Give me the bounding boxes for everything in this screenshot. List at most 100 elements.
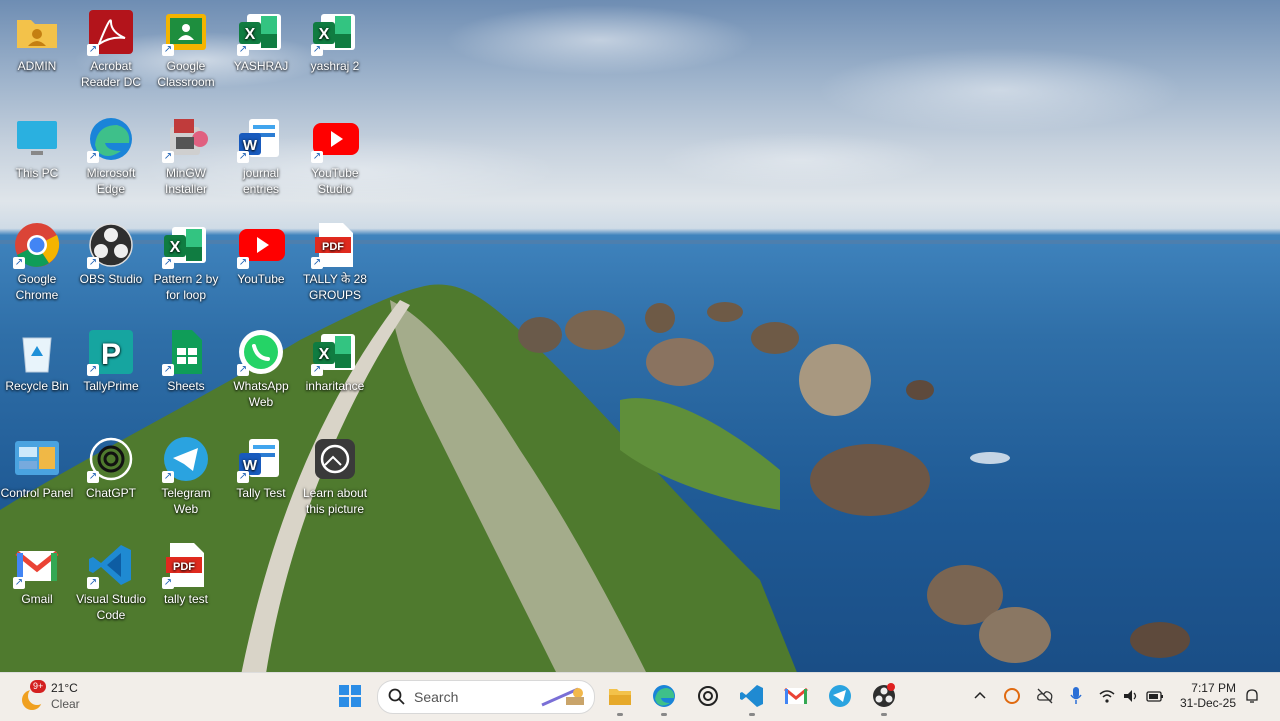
excel-icon: X ↗ xyxy=(311,8,359,56)
desktop-icon-label: tally test xyxy=(163,592,208,606)
classroom-icon: ↗ xyxy=(162,8,210,56)
desktop-icon-label: yashraj 2 xyxy=(310,59,360,73)
desktop-icon-yashraj[interactable]: X ↗ YASHRAJ xyxy=(224,4,298,74)
shortcut-arrow-icon: ↗ xyxy=(87,364,99,376)
weather-widget[interactable]: 9+ 21°C Clear xyxy=(18,680,158,712)
desktop-icon-admin[interactable]: ADMIN xyxy=(0,4,74,74)
desktop-icon-pattern-2-by-for-loop[interactable]: X ↗ Pattern 2 by for loop xyxy=(149,217,223,303)
svg-text:X: X xyxy=(319,346,330,363)
taskbar-vscode-icon[interactable] xyxy=(739,683,765,716)
desktop-icon-telegram-web[interactable]: ↗ Telegram Web xyxy=(149,431,223,517)
desktop-icon-label: This PC xyxy=(15,166,59,180)
telegram-icon: ↗ xyxy=(162,435,210,483)
desktop-icon-sheets[interactable]: ↗ Sheets xyxy=(149,324,223,394)
desktop-icon-label: Visual Studio Code xyxy=(76,592,146,622)
obs-icon: ↗ xyxy=(87,221,135,269)
taskbar-edge-icon[interactable] xyxy=(651,683,677,716)
desktop-icon-visual-studio-code[interactable]: ↗ Visual Studio Code xyxy=(74,537,148,623)
desktop-icon-label: Acrobat Reader DC xyxy=(80,59,142,89)
desktop-icon-label: OBS Studio xyxy=(79,272,143,286)
taskbar-obs-icon[interactable] xyxy=(871,683,897,716)
desktop-icon-chatgpt[interactable]: ↗ ChatGPT xyxy=(74,431,148,501)
running-indicator xyxy=(661,713,667,716)
pdf-icon: PDF ↗ xyxy=(162,541,210,589)
edge-icon: ↗ xyxy=(87,115,135,163)
weather-temp: 21°C xyxy=(51,681,78,695)
mingw-icon: ↗ xyxy=(162,115,210,163)
sync-icon[interactable] xyxy=(1003,687,1021,705)
microphone-icon[interactable] xyxy=(1069,686,1083,706)
pdf-icon: PDF ↗ xyxy=(311,221,359,269)
folder-user-icon xyxy=(13,8,61,56)
excel-icon: X ↗ xyxy=(311,328,359,376)
monitor-icon xyxy=(13,115,61,163)
taskbar-search-box[interactable]: Search xyxy=(377,680,595,714)
desktop-icon-whatsapp-web[interactable]: ↗ WhatsApp Web xyxy=(224,324,298,410)
control-panel-icon xyxy=(13,435,61,483)
windows-start-icon[interactable] xyxy=(338,684,362,708)
desktop-icon-google-chrome[interactable]: ↗ Google Chrome xyxy=(0,217,74,303)
word-icon: W ↗ xyxy=(237,115,285,163)
desktop-icon-label: TALLY के 28 GROUPS xyxy=(303,272,367,302)
shortcut-arrow-icon: ↗ xyxy=(237,364,249,376)
chevron-up-icon[interactable] xyxy=(973,688,987,702)
desktop-icon-obs-studio[interactable]: ↗ OBS Studio xyxy=(74,217,148,287)
running-indicator xyxy=(881,713,887,716)
desktop-icon-control-panel[interactable]: Control Panel xyxy=(0,431,74,501)
excel-icon: X ↗ xyxy=(237,8,285,56)
chrome-icon: ↗ xyxy=(13,221,61,269)
desktop-icon-microsoft-edge[interactable]: ↗ Microsoft Edge xyxy=(74,111,148,197)
shortcut-arrow-icon: ↗ xyxy=(13,577,25,589)
notification-bell-icon[interactable] xyxy=(1244,688,1260,704)
shortcut-arrow-icon: ↗ xyxy=(311,151,323,163)
running-indicator xyxy=(617,713,623,716)
recycle-bin-icon xyxy=(13,328,61,376)
desktop-icon-label: MinGW Installer xyxy=(164,166,208,196)
desktop-icon-tally-test[interactable]: W ↗ Tally Test xyxy=(224,431,298,501)
desktop-icon-tallyprime[interactable]: P ↗ TallyPrime xyxy=(74,324,148,394)
desktop-icon-youtube-studio[interactable]: ↗ YouTube Studio xyxy=(298,111,372,197)
search-highlight-icon xyxy=(541,687,584,707)
desktop-icon-label: Learn about this picture xyxy=(302,486,368,516)
desktop-icon-youtube[interactable]: ↗ YouTube xyxy=(224,217,298,287)
desktop-icon-label: Gmail xyxy=(21,592,53,606)
wifi-icon xyxy=(1099,690,1115,703)
shortcut-arrow-icon: ↗ xyxy=(162,257,174,269)
desktop-icon-gmail[interactable]: ↗ Gmail xyxy=(0,537,74,607)
desktop-icon-this-pc[interactable]: This PC xyxy=(0,111,74,181)
youtube-icon: ↗ xyxy=(237,221,285,269)
taskbar-chatgpt-icon[interactable] xyxy=(695,683,721,709)
taskbar-gmail-icon[interactable] xyxy=(783,683,809,709)
desktop-icon-label: ChatGPT xyxy=(85,486,136,500)
desktop-icon-inharitance[interactable]: X ↗ inharitance xyxy=(298,324,372,394)
desktop-icon-label: YASHRAJ xyxy=(233,59,289,73)
desktop-icon-label: Pattern 2 by for loop xyxy=(153,272,219,302)
desktop-icon-label: TallyPrime xyxy=(83,379,139,393)
taskbar xyxy=(0,672,1280,721)
tallyprime-icon: P ↗ xyxy=(87,328,135,376)
svg-text:X: X xyxy=(170,239,181,256)
acrobat-icon: ↗ xyxy=(87,8,135,56)
desktop-icon-google-classroom[interactable]: ↗ Google Classroom xyxy=(149,4,223,90)
clock-time: 7:17 PM xyxy=(1191,681,1236,695)
desktop-icon-mingw-installer[interactable]: ↗ MinGW Installer xyxy=(149,111,223,197)
desktop-icon-recycle-bin[interactable]: Recycle Bin xyxy=(0,324,74,394)
cloud-off-icon[interactable] xyxy=(1036,687,1054,705)
taskbar-clock[interactable]: 7:17 PM 31-Dec-25 xyxy=(1170,681,1236,710)
desktop-icon-tally-test[interactable]: PDF ↗ tally test xyxy=(149,537,223,607)
desktop-icon-yashraj-2[interactable]: X ↗ yashraj 2 xyxy=(298,4,372,74)
taskbar-file-explorer-icon[interactable] xyxy=(607,683,633,716)
shortcut-arrow-icon: ↗ xyxy=(13,257,25,269)
shortcut-arrow-icon: ↗ xyxy=(237,151,249,163)
desktop-icon-journal-entries[interactable]: W ↗ journal entries xyxy=(224,111,298,197)
desktop-icon-acrobat-reader-dc[interactable]: ↗ Acrobat Reader DC xyxy=(74,4,148,90)
shortcut-arrow-icon: ↗ xyxy=(237,471,249,483)
shortcut-arrow-icon: ↗ xyxy=(162,151,174,163)
taskbar-telegram-icon[interactable] xyxy=(827,683,853,709)
sheets-icon: ↗ xyxy=(162,328,210,376)
shortcut-arrow-icon: ↗ xyxy=(87,471,99,483)
quick-settings-button[interactable] xyxy=(1098,687,1164,705)
desktop-icon-learn-about-this-picture[interactable]: Learn about this picture xyxy=(298,431,372,517)
shortcut-arrow-icon: ↗ xyxy=(87,151,99,163)
desktop-icon-tally-28-groups[interactable]: PDF ↗ TALLY के 28 GROUPS xyxy=(298,217,372,303)
